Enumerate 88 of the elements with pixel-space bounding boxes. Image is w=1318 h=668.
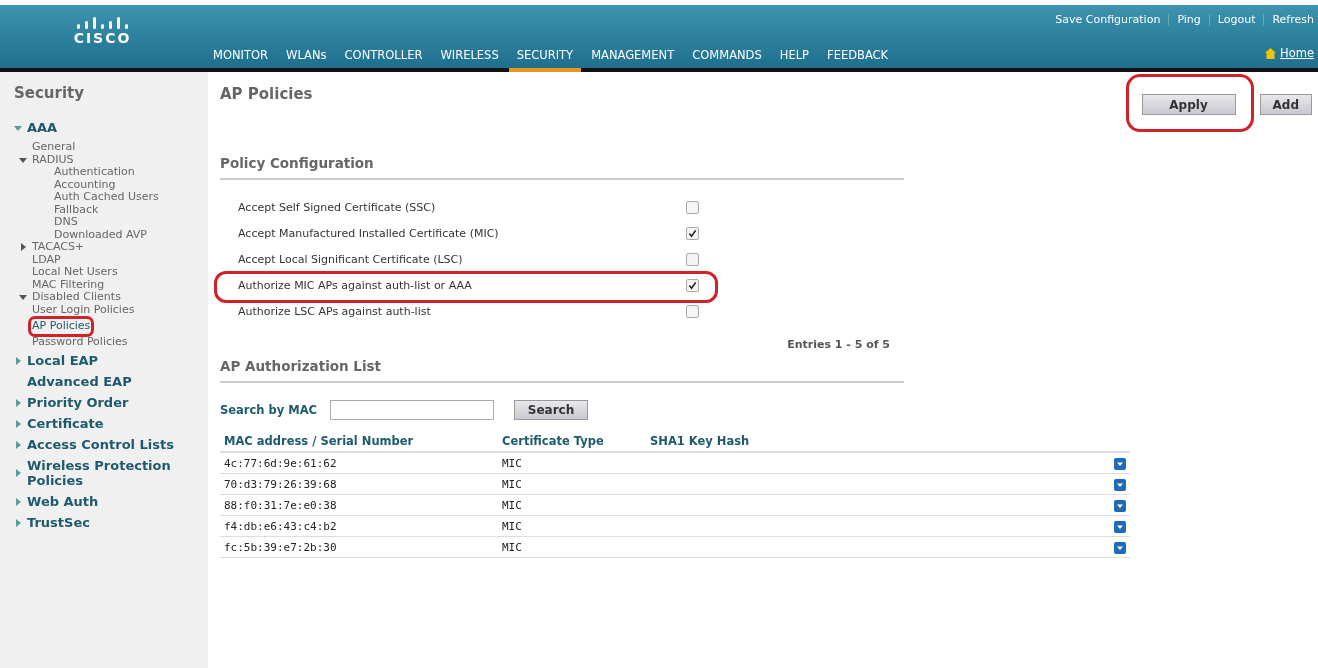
sidebar-item[interactable]: Authentication	[54, 166, 135, 179]
caret-right-icon[interactable]	[14, 398, 22, 407]
column-header: Certificate Type	[498, 432, 646, 452]
option-label: Authorize LSC APs against auth-list	[238, 304, 432, 318]
sidebar-item[interactable]: User Login Policies	[32, 303, 135, 316]
table-cell: MIC	[502, 540, 522, 554]
home-link[interactable]: Home	[1265, 46, 1318, 68]
sidebar-item[interactable]: Password Policies	[32, 335, 128, 348]
search-button[interactable]: Search	[514, 400, 588, 420]
sidebar-item[interactable]: Wireless Protection Policies	[27, 458, 200, 488]
nav-tab[interactable]: COMMANDS	[684, 48, 770, 72]
sidebar-item[interactable]: Auth Cached Users	[54, 191, 159, 204]
option-label: Accept Local Significant Certificate (LSC)	[238, 252, 464, 266]
table-cell: MIC	[502, 477, 522, 491]
table-cell: 88:f0:31:7e:e0:38	[224, 498, 337, 512]
sidebar-item[interactable]: LDAP	[32, 253, 61, 266]
sidebar-item[interactable]: TrustSec	[27, 515, 90, 530]
caret-right-icon[interactable]	[14, 518, 22, 527]
sidebar-item[interactable]: Access Control Lists	[27, 437, 174, 452]
caret-right-icon[interactable]	[14, 469, 22, 477]
entries-count: Entries 1 - 5 of 5	[787, 338, 890, 351]
caret-right-icon[interactable]	[14, 440, 22, 449]
action-button[interactable]: Apply	[1141, 94, 1236, 115]
dropdown-icon[interactable]	[1114, 457, 1126, 470]
table-cell: MIC	[502, 498, 522, 512]
dropdown-icon[interactable]	[1114, 478, 1126, 491]
sidebar-item[interactable]: Local EAP	[27, 353, 99, 368]
nav-tab[interactable]: SECURITY	[508, 48, 582, 72]
table-cell: fc:5b:39:e7:2b:30	[224, 540, 337, 554]
checkbox[interactable]	[686, 278, 699, 292]
caret-down-icon[interactable]	[19, 155, 27, 164]
checkbox[interactable]	[686, 200, 699, 214]
sidebar-item[interactable]: Web Auth	[27, 494, 99, 509]
header-link[interactable]: Ping	[1177, 13, 1201, 26]
sidebar-item[interactable]: Accounting	[54, 178, 116, 191]
sidebar-item[interactable]: Fallback	[54, 203, 99, 216]
logo-text: CISCO	[73, 30, 132, 46]
table-cell: MIC	[502, 456, 522, 470]
column-header: MAC address / Serial Number	[220, 432, 498, 452]
sidebar-item[interactable]: Local Net Users	[32, 266, 118, 279]
checkbox[interactable]	[686, 252, 699, 266]
nav-tab[interactable]: MONITOR	[205, 48, 277, 72]
caret-right-icon[interactable]	[19, 243, 27, 252]
header-link[interactable]: Logout	[1217, 13, 1256, 26]
nav-tab[interactable]: HELP	[771, 48, 818, 72]
home-icon	[1265, 47, 1277, 59]
nav-tab[interactable]: WLANs	[278, 48, 335, 72]
table-cell: f4:db:e6:43:c4:b2	[224, 519, 337, 533]
sidebar-item[interactable]: Certificate	[27, 416, 104, 431]
caret-right-icon[interactable]	[14, 419, 22, 428]
caret-down-icon[interactable]	[14, 123, 22, 132]
sidebar-item[interactable]: General	[32, 141, 76, 154]
search-label: Search by MAC	[220, 403, 319, 417]
sidebar-title: Security	[14, 84, 86, 102]
page-title: AP Policies	[220, 85, 313, 103]
sidebar-item[interactable]: Downloaded AVP	[54, 228, 147, 241]
nav-tab[interactable]: FEEDBACK	[819, 48, 897, 72]
header-link[interactable]: Save Configuration	[1055, 13, 1161, 26]
table-cell: 4c:77:6d:9e:61:62	[224, 456, 337, 470]
dropdown-icon[interactable]	[1114, 541, 1126, 554]
option-label: Accept Self Signed Certificate (SSC)	[238, 200, 437, 214]
caret-down-icon[interactable]	[19, 293, 27, 302]
table-cell: MIC	[502, 519, 522, 533]
sidebar-item[interactable]: Priority Order	[27, 395, 129, 410]
sidebar-item[interactable]: TACACS+	[32, 241, 85, 254]
checkbox[interactable]	[686, 226, 699, 240]
table-cell: 70:d3:79:26:39:68	[224, 477, 337, 491]
nav-tab[interactable]: WIRELESS	[432, 48, 507, 72]
nav-tab[interactable]: MANAGEMENT	[583, 48, 683, 72]
search-field[interactable]	[330, 400, 494, 420]
sidebar-item[interactable]: DNS	[54, 216, 78, 229]
nav-tab[interactable]: CONTROLLER	[336, 48, 431, 72]
action-button[interactable]: Add	[1259, 94, 1312, 115]
option-label: Accept Manufactured Installed Certificate (MIC)	[238, 226, 500, 240]
sidebar-item[interactable]: MAC Filtering	[32, 278, 105, 291]
sidebar-item[interactable]: Advanced EAP	[27, 374, 132, 389]
dropdown-icon[interactable]	[1114, 520, 1126, 533]
header-link[interactable]: Refresh	[1272, 13, 1314, 26]
caret-right-icon[interactable]	[14, 497, 22, 506]
column-header: SHA1 Key Hash	[646, 432, 1054, 452]
caret-right-icon[interactable]	[14, 356, 22, 365]
sidebar-item[interactable]: AAA	[27, 120, 58, 135]
checkbox[interactable]	[686, 304, 699, 318]
section-title: Policy Configuration	[220, 155, 904, 180]
option-label: Authorize MIC APs against auth-list or AAA	[238, 278, 473, 292]
sidebar-item[interactable]: RADIUS	[32, 153, 74, 166]
sidebar-item[interactable]: Disabled Clients	[32, 291, 121, 304]
dropdown-icon[interactable]	[1114, 499, 1126, 512]
